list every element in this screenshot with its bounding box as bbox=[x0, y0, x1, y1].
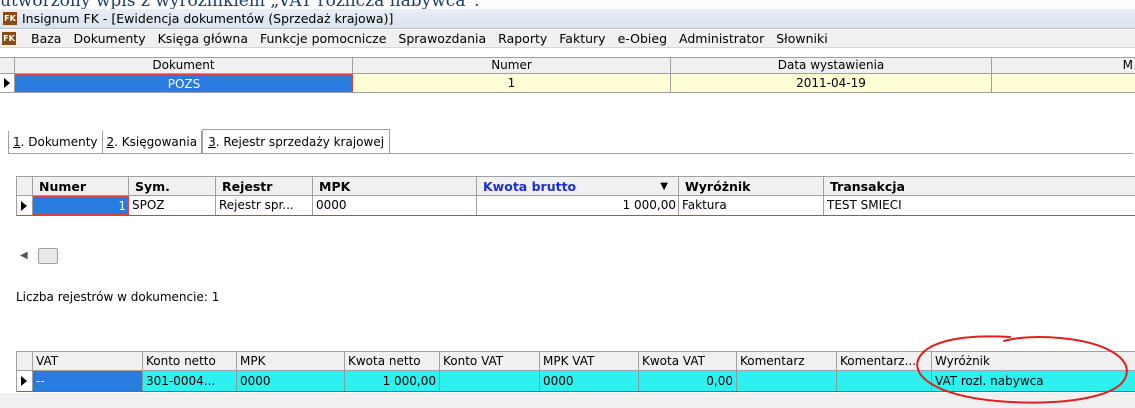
cell-komentarz-2[interactable] bbox=[837, 371, 932, 391]
cell-vat-mpk[interactable]: 0000 bbox=[237, 371, 345, 391]
col-header-mpk-vat[interactable]: MPK VAT bbox=[540, 352, 639, 371]
col-header-kwota-brutto[interactable]: Kwota brutto ▼ bbox=[477, 177, 679, 196]
title-bar: FK Insignum FK - [Ewidencja dokumentów (… bbox=[0, 9, 1135, 29]
menu-items: Baza Dokumenty Księga główna Funkcje pom… bbox=[25, 31, 834, 47]
tab-rejestr-key: 3 bbox=[208, 135, 216, 149]
cell-numer[interactable]: 1 bbox=[353, 74, 671, 92]
cell-transakcja[interactable]: TEST SMIECI bbox=[824, 196, 1135, 215]
register-header-indicator bbox=[17, 177, 33, 196]
cell-dokument[interactable]: POZS bbox=[15, 74, 353, 92]
col-header-kwota-netto[interactable]: Kwota netto bbox=[345, 352, 440, 371]
menu-slowniki[interactable]: Słowniki bbox=[770, 31, 833, 47]
caption-text: utworzony wpis z wyróżnikiem „VAT rozlic… bbox=[0, 0, 480, 11]
cell-kwota-vat[interactable]: 0,00 bbox=[639, 371, 737, 391]
register-hscrollbar[interactable]: ◀ bbox=[16, 246, 60, 266]
tab-dokumenty[interactable]: 1. Dokumenty bbox=[8, 131, 103, 153]
cell-kwota-brutto[interactable]: 1 000,00 bbox=[477, 196, 679, 215]
header-indicator-cell bbox=[0, 58, 15, 74]
cell-reg-numer[interactable]: 1 bbox=[33, 196, 129, 215]
vat-row-indicator bbox=[17, 371, 33, 391]
vat-row[interactable]: -- 301-0004... 0000 1 000,00 0000 0,00 V… bbox=[16, 371, 1135, 392]
register-count-label: Liczba rejestrów w dokumencie: 1 bbox=[16, 290, 220, 304]
col-header-transakcja[interactable]: Transakcja bbox=[824, 177, 1135, 196]
col-header-reg-numer[interactable]: Numer bbox=[33, 177, 129, 196]
tab-rejestr-sprzedazy[interactable]: 3. Rejestr sprzedaży krajowej bbox=[202, 129, 391, 153]
menu-sprawozdania[interactable]: Sprawozdania bbox=[392, 31, 492, 47]
cell-vat[interactable]: -- bbox=[33, 371, 143, 391]
current-row-arrow-icon bbox=[21, 376, 27, 386]
menu-e-obieg[interactable]: e-Obieg bbox=[612, 31, 673, 47]
cell-vat-wyroznik[interactable]: VAT rozl. nabywca bbox=[932, 371, 1135, 391]
bottom-strip bbox=[0, 393, 1135, 408]
tab-strip: 1. Dokumenty 2. Księgowania 3. Rejestr s… bbox=[8, 129, 391, 153]
cell-sym[interactable]: SPOZ bbox=[129, 196, 216, 215]
menu-dokumenty[interactable]: Dokumenty bbox=[67, 31, 151, 47]
register-grid-header: Numer Sym. Rejestr MPK Kwota brutto ▼ Wy… bbox=[16, 176, 1135, 196]
tab-rejestr-label: . Rejestr sprzedaży krajowej bbox=[215, 135, 385, 149]
menu-administrator[interactable]: Administrator bbox=[673, 31, 770, 47]
cell-kwota-netto[interactable]: 1 000,00 bbox=[345, 371, 440, 391]
col-header-rejestr[interactable]: Rejestr bbox=[216, 177, 313, 196]
register-row[interactable]: 1 SPOZ Rejestr spr... 0000 1 000,00 Fakt… bbox=[16, 196, 1135, 216]
vat-header-indicator bbox=[17, 352, 33, 371]
document-grid-header: Dokument Numer Data wystawienia M bbox=[0, 57, 1135, 74]
col-header-komentarz-2[interactable]: Komentarz... bbox=[837, 352, 932, 371]
cell-m[interactable] bbox=[992, 74, 1135, 92]
col-header-konto-netto[interactable]: Konto netto bbox=[143, 352, 237, 371]
cell-mpk[interactable]: 0000 bbox=[313, 196, 477, 215]
col-header-data-wystawienia[interactable]: Data wystawienia bbox=[671, 58, 992, 74]
tab-divider bbox=[8, 153, 1133, 154]
cell-wyroznik[interactable]: Faktura bbox=[679, 196, 824, 215]
col-header-sym[interactable]: Sym. bbox=[129, 177, 216, 196]
register-row-indicator bbox=[17, 196, 33, 215]
tab-dokumenty-label: . Dokumenty bbox=[20, 135, 98, 149]
window-title: Insignum FK - [Ewidencja dokumentów (Spr… bbox=[22, 11, 394, 26]
vat-grid-header: VAT Konto netto MPK Kwota netto Konto VA… bbox=[16, 351, 1135, 371]
tab-ksiegowania-label: . Księgowania bbox=[114, 135, 198, 149]
col-header-kwota-brutto-label: Kwota brutto bbox=[483, 179, 577, 194]
cell-data-wystawienia[interactable]: 2011-04-19 bbox=[671, 74, 992, 92]
cell-mpk-vat[interactable]: 0000 bbox=[540, 371, 639, 391]
col-header-vat[interactable]: VAT bbox=[33, 352, 143, 371]
menu-faktury[interactable]: Faktury bbox=[553, 31, 611, 47]
menu-raporty[interactable]: Raporty bbox=[492, 31, 553, 47]
col-header-kwota-vat[interactable]: Kwota VAT bbox=[639, 352, 737, 371]
col-header-dokument[interactable]: Dokument bbox=[15, 58, 353, 74]
menu-baza[interactable]: Baza bbox=[25, 31, 67, 47]
document-row[interactable]: POZS 1 2011-04-19 bbox=[0, 74, 1135, 93]
cell-konto-netto[interactable]: 301-0004... bbox=[143, 371, 237, 391]
current-row-arrow-icon bbox=[21, 201, 27, 211]
scroll-left-arrow-icon[interactable]: ◀ bbox=[20, 250, 28, 261]
menu-bar: FK Baza Dokumenty Księga główna Funkcje … bbox=[0, 30, 1135, 48]
app-icon: FK bbox=[3, 12, 17, 25]
col-header-m[interactable]: M bbox=[992, 58, 1135, 74]
col-header-mpk[interactable]: MPK bbox=[313, 177, 477, 196]
mdi-child-icon[interactable]: FK bbox=[2, 32, 16, 45]
sort-desc-icon: ▼ bbox=[660, 181, 668, 192]
menu-funkcje-pomocnicze[interactable]: Funkcje pomocnicze bbox=[254, 31, 392, 47]
tab-ksiegowania[interactable]: 2. Księgowania bbox=[103, 131, 203, 153]
col-header-konto-vat[interactable]: Konto VAT bbox=[440, 352, 540, 371]
scroll-thumb[interactable] bbox=[38, 248, 58, 264]
col-header-komentarz[interactable]: Komentarz bbox=[737, 352, 837, 371]
current-row-arrow-icon bbox=[4, 78, 10, 88]
col-header-vat-mpk[interactable]: MPK bbox=[237, 352, 345, 371]
cell-komentarz[interactable] bbox=[737, 371, 837, 391]
cell-konto-vat[interactable] bbox=[440, 371, 540, 391]
row-indicator bbox=[0, 74, 15, 92]
cell-rejestr[interactable]: Rejestr spr... bbox=[216, 196, 313, 215]
tab-dokumenty-key: 1 bbox=[13, 135, 21, 149]
col-header-numer[interactable]: Numer bbox=[353, 58, 671, 74]
menu-ksiega-glowna[interactable]: Księga główna bbox=[152, 31, 254, 47]
col-header-vat-wyroznik[interactable]: Wyróżnik bbox=[932, 352, 1135, 371]
col-header-wyroznik[interactable]: Wyróżnik bbox=[679, 177, 824, 196]
